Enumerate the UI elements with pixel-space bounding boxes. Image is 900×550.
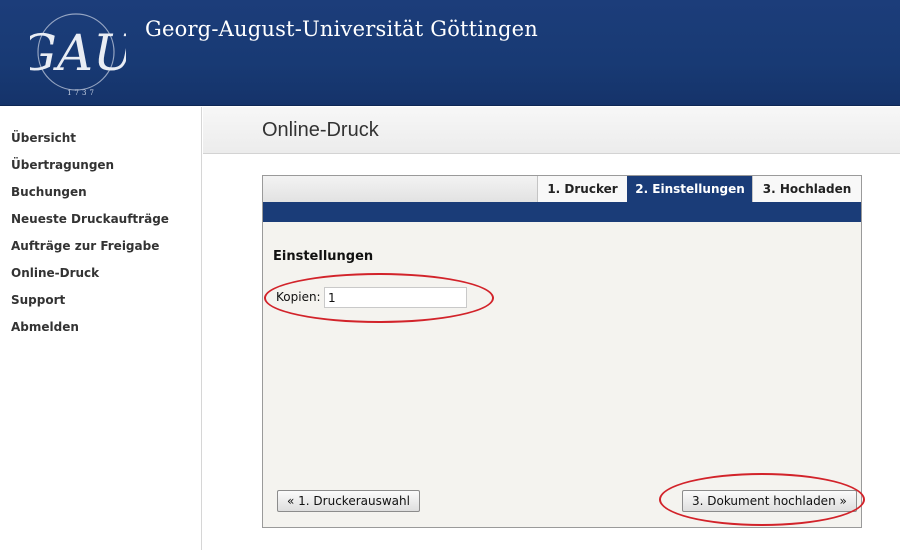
logo-letters: GAU	[30, 24, 126, 82]
sidebar-item-online-druck[interactable]: Online-Druck	[0, 266, 201, 293]
tab-drucker[interactable]: 1. Drucker	[537, 176, 627, 202]
sidebar-item-auftraege-zur-freigabe[interactable]: Aufträge zur Freigabe	[0, 239, 201, 266]
page-title-bar: Online-Druck	[203, 107, 900, 154]
annotation-ellipse-upload	[659, 473, 865, 526]
back-to-printer-button[interactable]: « 1. Druckerauswahl	[277, 490, 420, 512]
sidebar: Übersicht Übertragungen Buchungen Neuest…	[0, 107, 202, 550]
tab-einstellungen[interactable]: 2. Einstellungen	[627, 176, 752, 202]
annotation-ellipse-copies	[264, 273, 494, 323]
wizard-header-band	[263, 202, 861, 222]
sidebar-nav: Übersicht Übertragungen Buchungen Neuest…	[0, 107, 201, 347]
tab-hochladen[interactable]: 3. Hochladen	[752, 176, 861, 202]
university-seal-icon[interactable]: GAU 1737	[17, 8, 137, 98]
sidebar-item-abmelden[interactable]: Abmelden	[0, 320, 201, 347]
site-header: GAU 1737 Georg-August-Universität Göttin…	[0, 0, 900, 106]
wizard-tabs: 1. Drucker 2. Einstellungen 3. Hochladen	[263, 176, 861, 202]
page-title: Online-Druck	[262, 119, 379, 141]
sidebar-item-neueste-druckauftraege[interactable]: Neueste Druckaufträge	[0, 212, 201, 239]
sidebar-item-support[interactable]: Support	[0, 293, 201, 320]
logo-year: 1737	[67, 89, 97, 97]
section-title: Einstellungen	[273, 249, 374, 264]
university-title: Georg-August-Universität Göttingen	[145, 17, 538, 41]
sidebar-item-buchungen[interactable]: Buchungen	[0, 185, 201, 212]
sidebar-item-uebersicht[interactable]: Übersicht	[0, 131, 201, 158]
sidebar-item-uebertragungen[interactable]: Übertragungen	[0, 158, 201, 185]
